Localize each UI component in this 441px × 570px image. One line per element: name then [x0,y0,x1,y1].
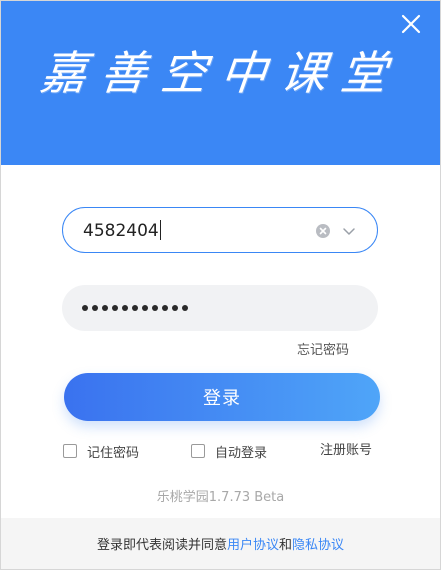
login-options-row: 记住密码 自动登录 注册账号 [1,440,440,462]
remember-password-option[interactable]: 记住密码 [63,440,139,462]
clear-icon[interactable] [316,224,330,238]
close-icon [401,14,421,34]
text-caret [159,220,161,240]
password-dot [122,305,128,311]
account-value[interactable]: 4582404 [83,220,161,242]
login-window: 嘉善空中课堂 4582404 忘记密码 登录 记住密码 自动登录 注册账号 乐桃… [0,0,441,570]
chevron-down-icon[interactable] [342,224,356,238]
brand-title: 嘉善空中课堂 [37,46,404,100]
close-button[interactable] [398,11,424,37]
password-dot [132,305,138,311]
password-dot [92,305,98,311]
register-account-link[interactable]: 注册账号 [320,440,372,462]
auto-login-option[interactable]: 自动登录 [191,440,267,462]
user-agreement-link[interactable]: 用户协议 [227,534,279,553]
login-button[interactable]: 登录 [64,373,380,421]
account-input[interactable]: 4582404 [62,207,378,253]
header-banner: 嘉善空中课堂 [1,1,440,165]
agreement-prefix: 登录即代表阅读并同意 [96,538,227,553]
password-dot [172,305,178,311]
agreement-footer: 登录即代表阅读并同意 用户协议 和 隐私协议 [1,518,440,569]
password-dot [102,305,108,311]
auto-login-checkbox[interactable] [191,444,205,458]
remember-password-label: 记住密码 [87,445,140,461]
agreement-and: 和 [279,538,293,553]
password-dot [112,305,118,311]
password-mask [82,296,188,320]
remember-password-checkbox[interactable] [63,444,77,458]
password-dot [82,305,88,311]
password-dot [142,305,148,311]
forgot-password-link[interactable]: 忘记密码 [297,339,349,358]
password-dot [152,305,158,311]
password-dot [182,305,188,311]
auto-login-label: 自动登录 [215,445,268,461]
version-label: 乐桃学园1.7.73 Beta [156,490,285,505]
password-input[interactable] [62,285,378,331]
privacy-policy-link[interactable]: 隐私协议 [292,534,344,553]
password-dot [162,305,168,311]
